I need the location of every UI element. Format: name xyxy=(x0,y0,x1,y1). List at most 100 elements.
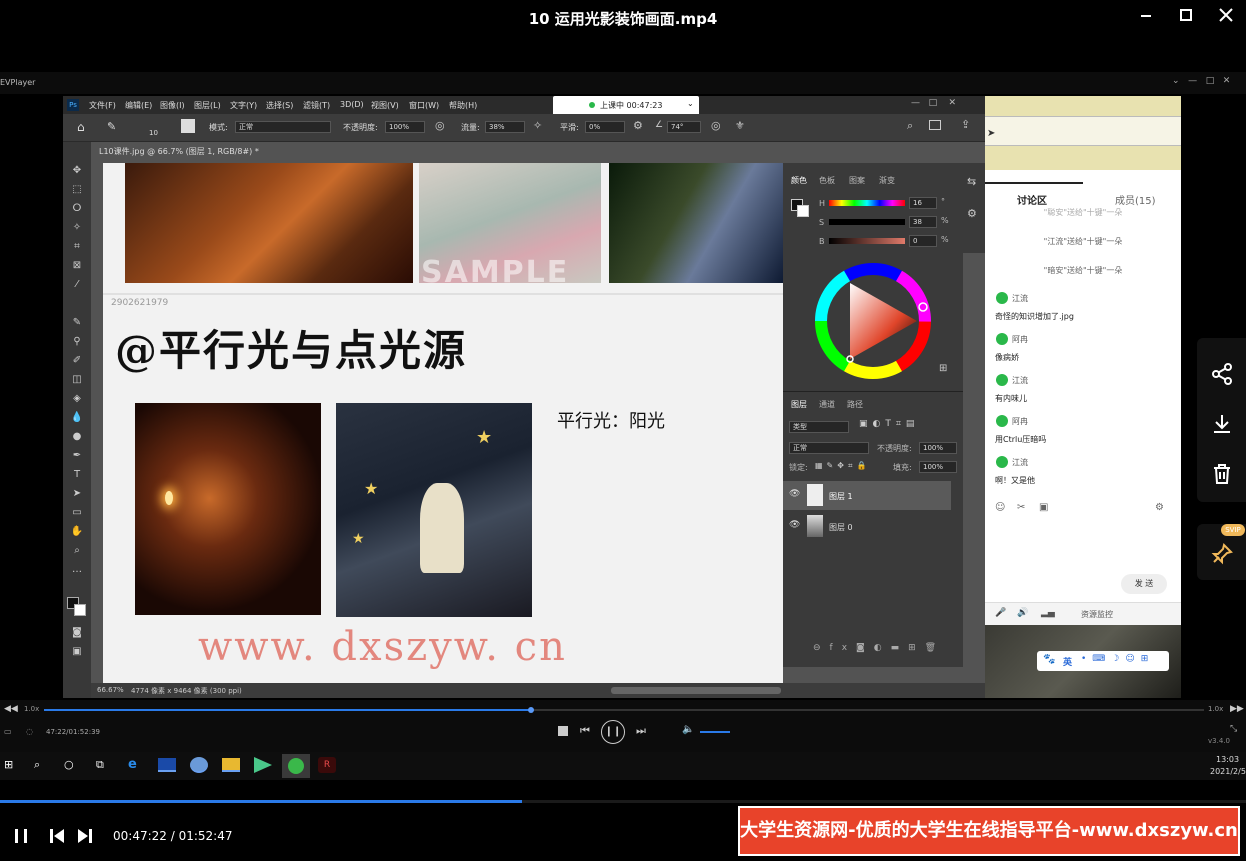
layer-row[interactable]: 👁 图层 0 xyxy=(783,512,951,541)
player-app-icon[interactable] xyxy=(254,757,272,773)
blend-mode-select[interactable]: 正常 xyxy=(789,442,869,454)
scissors-icon[interactable]: ✂ xyxy=(1017,502,1025,513)
pause-button[interactable] xyxy=(12,827,30,845)
promo-banner[interactable]: 大学生资源网-优质的大学生在线指导平台-www.dxszyw.cn xyxy=(738,806,1240,856)
menu-3d[interactable]: 3D(D) xyxy=(340,100,364,109)
horizontal-scrollbar[interactable] xyxy=(611,687,781,694)
layer-filter-icons[interactable]: ▣◐T⌗▤ xyxy=(859,419,919,429)
brush-panel-icon[interactable] xyxy=(181,119,195,133)
pin-icon[interactable] xyxy=(1210,542,1234,566)
menu-edit[interactable]: 编辑(E) xyxy=(125,100,152,111)
stop-icon[interactable] xyxy=(558,726,568,736)
layer-name[interactable]: 图层 0 xyxy=(829,522,853,533)
menu-help[interactable]: 帮助(H) xyxy=(449,100,477,111)
brightness-slider[interactable] xyxy=(829,238,905,244)
volume-icon[interactable]: 🔈 xyxy=(682,724,694,735)
canvas[interactable]: SAMPLE 2902621979 @平行光与点光源 ★ ★ ★ 平行光：阳光 xyxy=(103,163,783,683)
folder-icon[interactable] xyxy=(222,758,240,772)
menu-window[interactable]: 窗口(W) xyxy=(409,100,439,111)
inner-progress-thumb[interactable] xyxy=(528,707,534,713)
symmetry-icon[interactable]: ⚜ xyxy=(735,119,745,132)
zoom-icon[interactable]: ⌕ xyxy=(69,544,85,558)
forward-icon[interactable]: ▶▶ xyxy=(1230,704,1244,714)
tab-gradients[interactable]: 渐变 xyxy=(879,175,895,186)
rewind-icon[interactable]: ◀◀ xyxy=(4,704,18,714)
add-icon[interactable]: ⊞ xyxy=(939,363,947,374)
chevron-down-icon[interactable]: ⌄ xyxy=(687,99,694,108)
quick-mask-icon[interactable]: ◙ xyxy=(69,626,85,640)
inner-progress-track[interactable] xyxy=(44,707,1204,713)
search-icon[interactable]: ⌕ xyxy=(907,119,913,133)
speed-left[interactable]: 1.0x xyxy=(24,705,39,713)
rectangle-icon[interactable]: ▭ xyxy=(69,506,85,520)
pen-icon[interactable]: ✒ xyxy=(69,449,85,463)
blur-icon[interactable]: 💧 xyxy=(69,411,85,425)
send-button[interactable]: 发 送 xyxy=(1121,574,1167,594)
screen-mode-icon[interactable]: ▣ xyxy=(69,645,85,659)
resource-monitor[interactable]: 资源监控 xyxy=(1081,609,1113,620)
share-icon[interactable]: ⇪ xyxy=(961,118,970,131)
app-icon[interactable] xyxy=(158,758,176,772)
flow-field[interactable]: 38% xyxy=(485,121,525,133)
share-icon[interactable] xyxy=(1210,362,1234,386)
playlist-icon[interactable]: ▭ xyxy=(4,727,12,736)
workspace-icon[interactable] xyxy=(929,120,941,130)
settings-icon[interactable]: ⚙ xyxy=(1155,502,1164,513)
layer-opacity-field[interactable]: 100% xyxy=(919,442,957,454)
trash-icon[interactable] xyxy=(1210,462,1234,486)
edge-icon[interactable]: e xyxy=(128,757,137,772)
brush-icon[interactable]: ✎ xyxy=(69,316,85,330)
menu-view[interactable]: 视图(V) xyxy=(371,100,399,111)
color-wheel[interactable] xyxy=(813,261,933,381)
menu-file[interactable]: 文件(F) xyxy=(89,100,116,111)
tab-swatches[interactable]: 色板 xyxy=(819,175,835,186)
more-tools-icon[interactable]: … xyxy=(69,563,85,577)
evplayer-window-controls[interactable]: ⌄ — □ ✕ xyxy=(1172,76,1230,86)
menu-image[interactable]: 图像(I) xyxy=(160,100,185,111)
gear-icon[interactable]: ⚙ xyxy=(633,119,643,132)
tab-discussion[interactable]: 讨论区 xyxy=(1017,192,1047,207)
previous-button[interactable] xyxy=(48,827,66,845)
inner-pause-button[interactable]: ❙❙ xyxy=(601,720,625,744)
layer-name[interactable]: 图层 1 xyxy=(829,491,853,502)
pressure-size-icon[interactable]: ◎ xyxy=(711,119,721,132)
home-icon[interactable]: ⌂ xyxy=(77,120,85,134)
comment-icon[interactable]: ◌ xyxy=(26,727,33,736)
airbrush-icon[interactable]: ✧ xyxy=(533,119,542,132)
windows-start-icon[interactable]: ⊞ xyxy=(4,758,13,771)
smooth-field[interactable]: 0% xyxy=(585,121,625,133)
tab-paths[interactable]: 路径 xyxy=(847,399,863,410)
previous-icon[interactable]: ⏮ xyxy=(580,724,590,738)
next-button[interactable] xyxy=(76,827,94,845)
cortana-icon[interactable]: ○ xyxy=(64,758,74,771)
frame-tool-icon[interactable]: ⊠ xyxy=(69,259,85,273)
eye-icon[interactable]: 👁 xyxy=(789,520,800,530)
bg-swatch[interactable] xyxy=(797,205,809,217)
properties-icon[interactable]: ⚙ xyxy=(967,207,977,220)
b-field[interactable]: 0 xyxy=(909,235,937,247)
background-color-swatch[interactable] xyxy=(74,604,86,616)
tab-color[interactable]: 颜色 xyxy=(791,175,807,186)
maximize-button[interactable] xyxy=(1173,5,1199,27)
lock-icons[interactable]: ▦✎✥⌗🔒 xyxy=(815,461,870,471)
opacity-field[interactable]: 100% xyxy=(385,121,425,133)
next-icon[interactable]: ⏭ xyxy=(636,724,646,738)
saturation-slider[interactable] xyxy=(829,219,905,225)
svip-pin[interactable]: SVIP xyxy=(1197,524,1246,580)
crop-tool-icon[interactable]: ⌗ xyxy=(69,240,85,254)
close-button[interactable] xyxy=(1213,5,1239,27)
fullscreen-icon[interactable]: ⤡ xyxy=(1230,724,1237,734)
doc-tab[interactable]: L10课件.jpg @ 66.7% (图层 1, RGB/8#) * xyxy=(93,144,273,160)
ime-tools[interactable]: •⌨☽☺⊞ xyxy=(1081,654,1154,664)
bucket-icon[interactable]: ◈ xyxy=(69,392,85,406)
image-icon[interactable]: ▣ xyxy=(1039,502,1048,513)
marquee-tool-icon[interactable]: ⬚ xyxy=(69,183,85,197)
tab-layers[interactable]: 图层 xyxy=(791,399,807,410)
search-icon[interactable]: ⌕ xyxy=(34,758,40,772)
angle-field[interactable]: 74° xyxy=(667,121,701,133)
task-view-icon[interactable]: ⧉ xyxy=(96,758,104,772)
layer-filter-select[interactable]: 类型 xyxy=(789,421,849,433)
hand-icon[interactable]: ✋ xyxy=(69,525,85,539)
type-tool-icon[interactable]: T xyxy=(69,468,85,482)
minimize-button[interactable] xyxy=(1133,5,1159,27)
